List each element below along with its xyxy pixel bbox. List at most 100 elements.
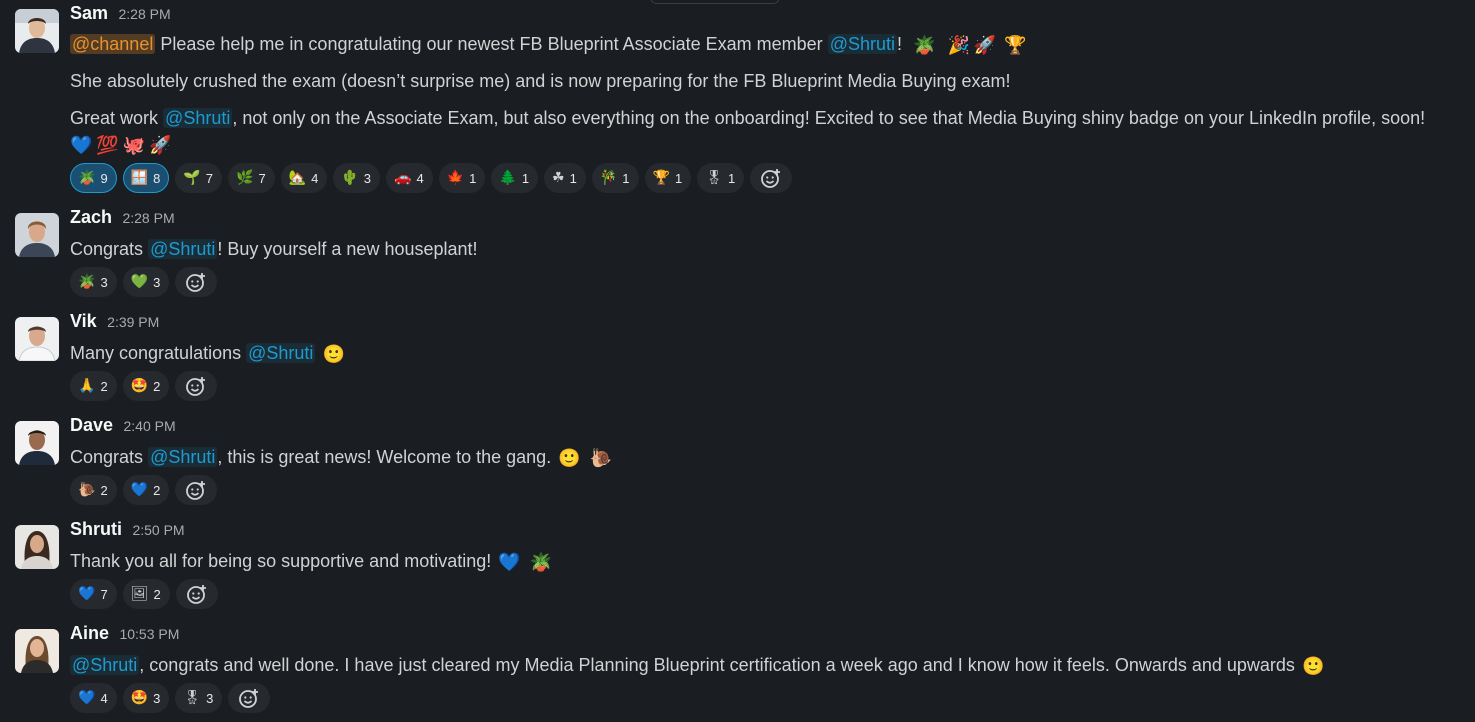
author-name[interactable]: Dave <box>70 415 113 435</box>
avatar[interactable] <box>15 317 59 361</box>
reaction-count: 4 <box>416 170 424 186</box>
timestamp[interactable]: 2:39 PM <box>107 314 159 330</box>
cactus-icon: 🌵 <box>341 170 359 186</box>
snail-icon: 🐌 <box>78 482 96 498</box>
author-name[interactable]: Aine <box>70 623 109 643</box>
evergreen-tree-icon: 🌲 <box>499 170 517 186</box>
blue-heart-emoji-icon: 💙 <box>70 135 93 156</box>
user-mention[interactable]: @Shruti <box>246 343 316 363</box>
reaction-car[interactable]: 🚗 4 <box>386 163 433 193</box>
avatar[interactable] <box>15 9 59 53</box>
herb-icon: 🌿 <box>236 170 254 186</box>
reaction-star-struck[interactable]: 🤩 3 <box>122 683 170 713</box>
reaction-count: 1 <box>569 170 577 186</box>
party-emoji-icon: 🎉 <box>947 35 970 56</box>
add-reaction-button[interactable] <box>228 683 271 713</box>
reaction-count: 2 <box>100 482 108 498</box>
reaction-cactus[interactable]: 🌵 3 <box>333 163 381 193</box>
snail-emoji-icon: 🐌 <box>589 448 613 469</box>
author-name[interactable]: Sam <box>70 3 108 23</box>
reaction-plant[interactable]: 🪴 3 <box>70 267 117 297</box>
green-heart-icon: 💚 <box>130 274 149 290</box>
reaction-count: 2 <box>100 378 108 394</box>
reaction-window-plant[interactable]: 🪟 8 <box>122 163 170 193</box>
car-icon: 🚗 <box>394 170 412 186</box>
message-text: ! <box>897 34 903 54</box>
reaction-pray[interactable]: 🙏 2 <box>70 371 117 401</box>
add-reaction-button[interactable] <box>175 475 218 505</box>
new-messages-tab[interactable] <box>650 0 780 4</box>
reaction-count: 3 <box>100 274 108 290</box>
user-mention[interactable]: @Shruti <box>70 655 140 675</box>
reaction-star-struck[interactable]: 🤩 2 <box>122 371 170 401</box>
add-reaction-button[interactable] <box>175 267 218 297</box>
add-reaction-icon <box>186 585 206 604</box>
reaction-tree[interactable]: 🌲 1 <box>491 163 539 193</box>
add-reaction-button[interactable] <box>750 163 793 193</box>
timestamp[interactable]: 10:53 PM <box>119 626 179 642</box>
hundred-emoji-icon: 💯 <box>96 135 119 156</box>
reaction-bar: 🪴 9 🪟 8 🌱 7 🌿 7 🏡 4 🌵 3 🚗 4 🍁 1 🌲 1 ☘ 1 🎋 1 🏆 1 🎖 1 <box>70 163 793 193</box>
author-name[interactable]: Vik <box>70 311 97 331</box>
reaction-count: 3 <box>153 690 161 706</box>
reaction-bar: 💙 4 🤩 3 🎖 3 <box>70 683 271 713</box>
reaction-count: 7 <box>205 170 214 186</box>
reaction-herb[interactable]: 🌿 7 <box>228 163 275 193</box>
avatar[interactable] <box>15 421 59 465</box>
reaction-blue-heart[interactable]: 💙 7 <box>70 579 117 609</box>
reaction-count: 2 <box>153 482 161 498</box>
reaction-blue-heart[interactable]: 💙 4 <box>70 683 117 713</box>
message-emoji-line: 💙 💯 🐙 🚀 <box>70 132 174 156</box>
add-reaction-button[interactable] <box>175 371 218 401</box>
plant-icon: 🪴 <box>78 170 96 186</box>
reaction-house-plant[interactable]: 🏡 4 <box>280 163 328 193</box>
timestamp[interactable]: 2:28 PM <box>122 210 174 226</box>
author-name[interactable]: Shruti <box>70 519 122 539</box>
message-text: Please help me in congratulating our new… <box>160 34 823 54</box>
reaction-shamrock[interactable]: ☘ 1 <box>544 163 586 193</box>
reaction-maple-leaf[interactable]: 🍁 1 <box>438 163 486 193</box>
avatar[interactable] <box>15 525 59 569</box>
reaction-count: 1 <box>727 170 736 186</box>
blue-heart-icon: 💙 <box>78 690 96 706</box>
message-text: Congrats @Shruti, this is great news! We… <box>70 445 614 469</box>
message-text: , this is great news! Welcome to the gan… <box>217 447 552 467</box>
reaction-count: 3 <box>153 274 161 290</box>
reaction-bamboo[interactable]: 🎋 1 <box>591 163 639 193</box>
reaction-bar: 🪴 3 💚 3 <box>70 267 218 297</box>
timestamp[interactable]: 2:28 PM <box>118 6 170 22</box>
reaction-count: 1 <box>674 170 683 186</box>
reaction-count: 1 <box>521 170 530 186</box>
user-mention[interactable]: @Shruti <box>148 447 218 467</box>
message-text-line-3: Great work @Shruti, not only on the Asso… <box>70 106 1425 130</box>
plant-emoji-icon: 🪴 <box>913 35 936 56</box>
reaction-snail[interactable]: 🐌 2 <box>70 475 117 505</box>
reaction-plant[interactable]: 🪴 9 <box>70 163 117 193</box>
message-text: , congrats and well done. I have just cl… <box>139 655 1295 675</box>
reaction-custom-image[interactable]: 🖼 2 <box>122 579 170 609</box>
author-name[interactable]: Zach <box>70 207 112 227</box>
reaction-count: 1 <box>622 170 630 186</box>
add-reaction-icon <box>186 273 206 292</box>
avatar[interactable] <box>15 213 59 257</box>
smile-emoji-icon: 🙂 <box>558 448 581 469</box>
window-plant-icon: 🪟 <box>130 170 149 186</box>
reaction-green-heart[interactable]: 💚 3 <box>122 267 170 297</box>
reaction-trophy[interactable]: 🏆 1 <box>644 163 692 193</box>
reaction-blue-heart[interactable]: 💙 2 <box>122 475 170 505</box>
reaction-seedling[interactable]: 🌱 7 <box>175 163 223 193</box>
timestamp[interactable]: 2:50 PM <box>132 522 184 538</box>
user-mention[interactable]: @Shruti <box>163 108 233 128</box>
reaction-bar: 💙 7 🖼 2 <box>70 579 218 609</box>
user-mention[interactable]: @Shruti <box>148 239 218 259</box>
channel-mention[interactable]: @channel <box>70 34 156 54</box>
avatar[interactable] <box>15 629 59 673</box>
trophy-icon: 🏆 <box>652 170 670 186</box>
timestamp[interactable]: 2:40 PM <box>123 418 175 434</box>
add-reaction-button[interactable] <box>175 579 218 609</box>
rocket-emoji-icon: 🚀 <box>149 135 172 156</box>
user-mention[interactable]: @Shruti <box>827 34 897 54</box>
reaction-medal[interactable]: 🎖 1 <box>697 163 745 193</box>
reaction-medal[interactable]: 🎖 3 <box>175 683 223 713</box>
blue-heart-icon: 💙 <box>78 586 96 602</box>
